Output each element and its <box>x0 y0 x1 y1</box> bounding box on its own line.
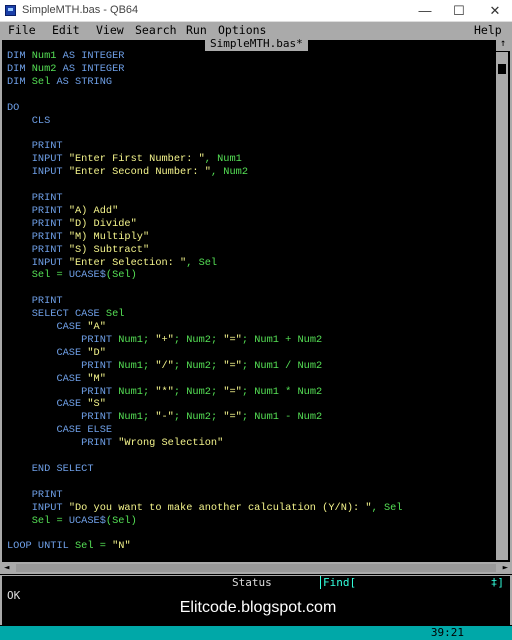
horizontal-scrollbar[interactable]: ◄ ► <box>0 562 512 574</box>
menu-search[interactable]: Search <box>135 22 177 38</box>
scroll-right-arrow-icon[interactable]: ► <box>503 562 508 574</box>
maximize-button[interactable]: ☐ <box>442 0 476 22</box>
menu-options[interactable]: Options <box>218 22 266 38</box>
menu-edit[interactable]: Edit <box>52 22 80 38</box>
vertical-scrollbar[interactable] <box>496 52 508 560</box>
menu-help[interactable]: Help <box>474 22 502 38</box>
bottom-status-bar: 39:21 <box>0 626 512 640</box>
vertical-scroll-thumb[interactable] <box>498 64 506 74</box>
horizontal-scroll-track[interactable] <box>16 564 496 572</box>
scroll-up-arrow-icon[interactable]: ↑ <box>496 37 510 51</box>
find-field[interactable]: Find[ <box>320 576 356 590</box>
menu-run[interactable]: Run <box>186 22 207 38</box>
close-button[interactable]: ✕ <box>478 0 512 22</box>
cursor-position: 39:21 <box>430 626 464 639</box>
qb64-app-icon <box>5 5 16 16</box>
watermark-text: Elitcode.blogspot.com <box>179 599 337 616</box>
status-label: Status <box>232 576 272 589</box>
code-editor[interactable]: SimpleMTH.bas* ↑ DIM Num1 AS INTEGER DIM… <box>0 37 512 568</box>
status-find-bar: Status Find[ ‡] <box>0 575 512 590</box>
scroll-left-arrow-icon[interactable]: ◄ <box>4 562 9 574</box>
immediate-window[interactable]: OK Elitcode.blogspot.com <box>0 589 512 625</box>
find-field-end: ‡] <box>490 576 504 589</box>
window-title: SimpleMTH.bas - QB64 <box>22 4 139 16</box>
code-text[interactable]: DIM Num1 AS INTEGER DIM Num2 AS INTEGER … <box>7 50 403 553</box>
menu-file[interactable]: File <box>8 22 36 38</box>
minimize-button[interactable]: — <box>408 0 442 22</box>
menu-view[interactable]: View <box>96 22 124 38</box>
window-titlebar: SimpleMTH.bas - QB64 — ☐ ✕ <box>0 0 512 22</box>
editor-file-tab: SimpleMTH.bas* <box>205 37 308 51</box>
menu-bar: File Edit View Search Run Options Help <box>0 22 512 38</box>
